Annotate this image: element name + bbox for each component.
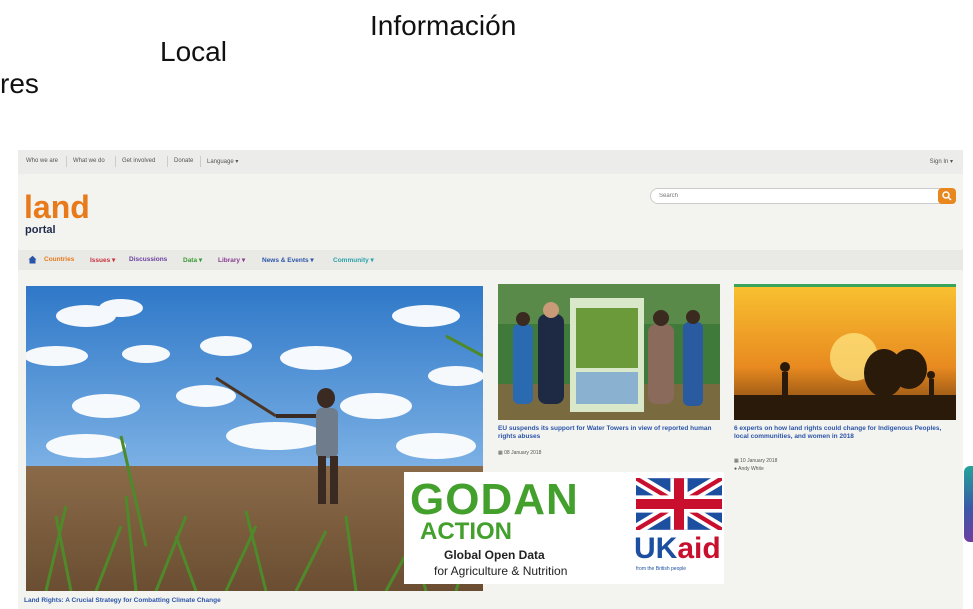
search-icon bbox=[942, 191, 952, 201]
land-portal-logo[interactable]: land portal bbox=[24, 188, 124, 238]
news-card-image bbox=[734, 284, 956, 423]
search-button[interactable] bbox=[938, 188, 956, 204]
hero-caption-link[interactable]: Land Rights: A Crucial Strategy for Comb… bbox=[24, 597, 221, 604]
godan-action-text: ACTION bbox=[420, 518, 512, 545]
sign-in-menu[interactable]: Sign In ▾ bbox=[930, 158, 953, 165]
topbar-divider bbox=[200, 156, 201, 167]
topbar-link-donate[interactable]: Donate bbox=[174, 158, 193, 164]
home-icon[interactable] bbox=[28, 255, 37, 264]
floating-word-informacion: Información bbox=[370, 10, 517, 41]
topbar-divider bbox=[66, 156, 67, 167]
floating-word-res: res bbox=[0, 68, 39, 99]
topbar-link-who[interactable]: Who we are bbox=[26, 158, 58, 164]
sponsor-logos-overlay: GODAN ACTION Global Open Data for Agricu… bbox=[404, 472, 724, 584]
user-icon: ● bbox=[734, 466, 738, 472]
calendar-icon: ▦ bbox=[734, 458, 739, 464]
nav-countries[interactable]: Countries bbox=[44, 256, 74, 263]
top-bar: Who we are What we do Get involved Donat… bbox=[18, 150, 963, 174]
ukaid-tagline: from the British people bbox=[636, 566, 687, 572]
search-input[interactable] bbox=[659, 191, 929, 201]
main-navigation: Countries Issues ▾ Discussions Data ▾ Li… bbox=[18, 250, 963, 270]
news-card-date: ▦ 10 January 2018 bbox=[734, 458, 778, 464]
logo-subtitle: portal bbox=[25, 224, 56, 236]
logo-letter-l: land bbox=[24, 189, 90, 225]
nav-data[interactable]: Data ▾ bbox=[183, 256, 202, 264]
edge-logo-fragment bbox=[964, 466, 973, 542]
news-card-title[interactable]: 6 experts on how land rights could chang… bbox=[734, 425, 956, 441]
news-card-author: ● Andy White bbox=[734, 466, 764, 472]
nav-community[interactable]: Community ▾ bbox=[333, 256, 374, 264]
floating-word-local: Local bbox=[160, 36, 227, 67]
nav-issues[interactable]: Issues ▾ bbox=[90, 256, 115, 264]
news-card[interactable]: EU suspends its support for Water Towers… bbox=[498, 284, 720, 474]
topbar-divider bbox=[115, 156, 116, 167]
news-card[interactable]: 6 experts on how land rights could chang… bbox=[734, 284, 956, 474]
topbar-language-menu[interactable]: Language ▾ bbox=[207, 158, 238, 165]
topbar-divider bbox=[167, 156, 168, 167]
news-card-image bbox=[498, 284, 720, 420]
ukaid-logo-text: UKaid bbox=[634, 532, 721, 565]
topbar-link-what[interactable]: What we do bbox=[73, 158, 105, 164]
news-card-date: ▦ 08 January 2018 bbox=[498, 450, 542, 456]
search-box bbox=[650, 188, 956, 204]
union-jack-flag-icon bbox=[636, 478, 722, 530]
nav-library[interactable]: Library ▾ bbox=[218, 256, 245, 264]
godan-tagline-2: for Agriculture & Nutrition bbox=[434, 564, 568, 578]
godan-logo-text: GODAN bbox=[410, 475, 579, 524]
nav-discussions[interactable]: Discussions bbox=[129, 256, 167, 263]
news-card-title[interactable]: EU suspends its support for Water Towers… bbox=[498, 425, 720, 441]
godan-tagline-1: Global Open Data bbox=[444, 548, 545, 562]
nav-news-events[interactable]: News & Events ▾ bbox=[262, 256, 314, 264]
calendar-icon: ▦ bbox=[498, 450, 503, 456]
topbar-link-involved[interactable]: Get involved bbox=[122, 158, 155, 164]
